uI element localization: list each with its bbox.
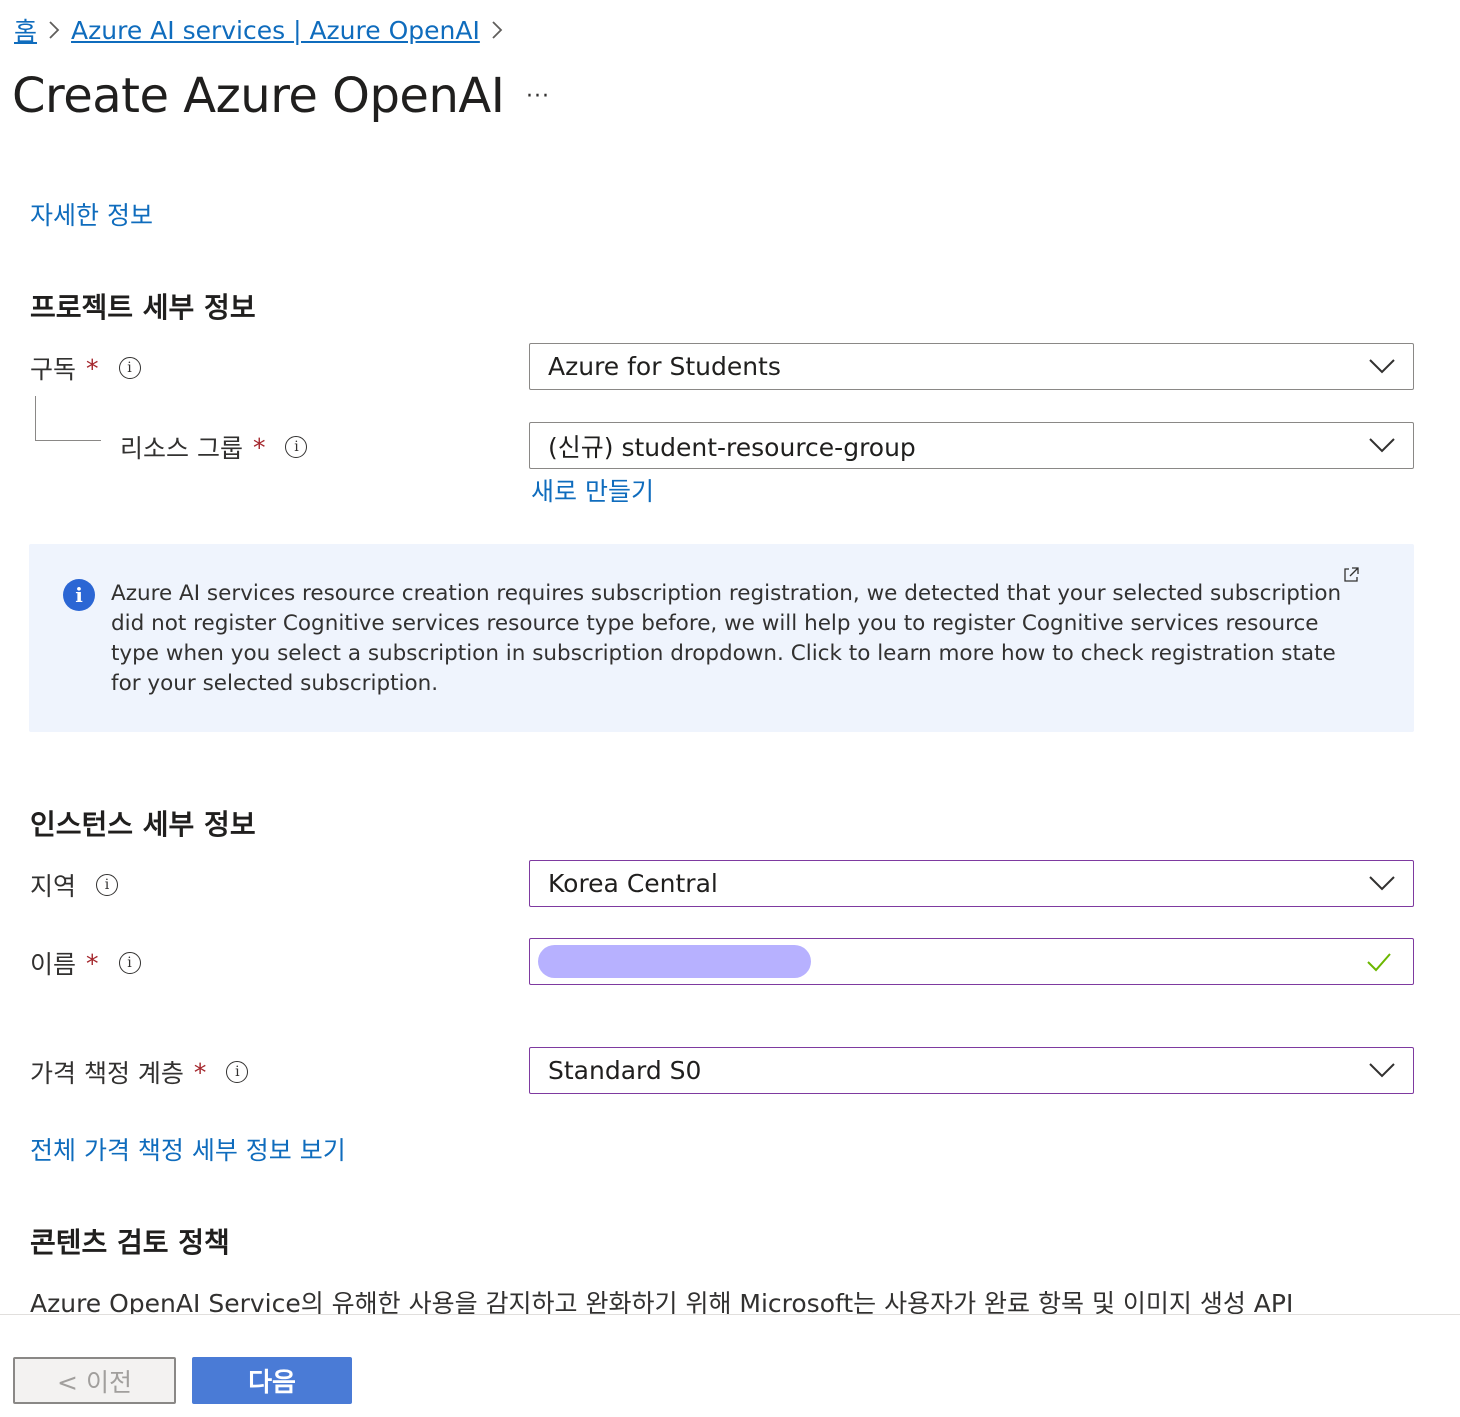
breadcrumb-home-link[interactable]: 홈: [14, 12, 37, 48]
create-new-resource-group-link[interactable]: 새로 만들기: [531, 472, 654, 508]
region-selected-value: Korea Central: [548, 869, 718, 898]
previous-button[interactable]: < 이전: [13, 1357, 176, 1404]
name-label-text: 이름: [30, 950, 77, 979]
info-icon[interactable]: i: [118, 952, 141, 974]
subscription-label: 구독 * i: [30, 350, 141, 386]
info-icon[interactable]: i: [226, 1061, 249, 1083]
subscription-dropdown[interactable]: Azure for Students: [529, 343, 1414, 390]
content-policy-heading: 콘텐츠 검토 정책: [30, 1226, 230, 1259]
redacted-name-value: [538, 945, 811, 978]
info-message-bar: i Azure AI services resource creation re…: [29, 544, 1414, 732]
pricing-tier-selected-value: Standard S0: [548, 1056, 702, 1085]
region-label-text: 지역: [30, 872, 77, 901]
subscription-selected-value: Azure for Students: [548, 352, 781, 381]
subscription-label-text: 구독: [30, 355, 77, 384]
resource-group-label: 리소스 그룹 * i: [120, 429, 308, 465]
resource-group-label-text: 리소스 그룹: [120, 434, 243, 463]
chevron-right-icon: [37, 13, 71, 47]
required-indicator: *: [252, 432, 266, 462]
resource-group-selected-value: (신규) student-resource-group: [548, 432, 916, 462]
region-label: 지역 i: [30, 867, 119, 903]
project-details-heading: 프로젝트 세부 정보: [30, 291, 256, 324]
info-icon[interactable]: i: [96, 874, 119, 896]
required-indicator: *: [86, 353, 99, 383]
instance-details-heading: 인스턴스 세부 정보: [30, 808, 256, 841]
info-filled-icon: i: [63, 579, 95, 611]
pricing-tier-label: 가격 책정 계층 * i: [30, 1054, 249, 1090]
required-indicator: *: [193, 1057, 207, 1087]
chevron-down-icon: [1369, 438, 1395, 453]
required-indicator: *: [86, 948, 99, 978]
chevron-down-icon: [1369, 359, 1395, 374]
chevron-down-icon: [1369, 876, 1395, 891]
chevron-right-icon: [480, 13, 514, 47]
breadcrumb: 홈 Azure AI services | Azure OpenAI: [14, 12, 514, 48]
content-policy-text: Azure OpenAI Service의 유해한 사용을 감지하고 완화하기 …: [30, 1289, 1294, 1316]
external-link-icon[interactable]: [1342, 566, 1360, 584]
more-options-button[interactable]: ···: [522, 82, 554, 110]
info-message-text[interactable]: Azure AI services resource creation requ…: [111, 579, 1371, 699]
pricing-tier-dropdown[interactable]: Standard S0: [529, 1047, 1414, 1094]
view-pricing-details-link[interactable]: 전체 가격 책정 세부 정보 보기: [30, 1131, 346, 1167]
next-button[interactable]: 다음: [192, 1357, 352, 1404]
chevron-down-icon: [1369, 1063, 1395, 1078]
name-input[interactable]: [529, 938, 1414, 985]
info-icon[interactable]: i: [285, 436, 308, 458]
checkmark-icon: [1367, 953, 1391, 972]
footer-bar: < 이전 다음: [0, 1314, 1460, 1417]
info-icon[interactable]: i: [118, 357, 141, 379]
breadcrumb-parent-link[interactable]: Azure AI services | Azure OpenAI: [71, 16, 480, 45]
name-label: 이름 * i: [30, 945, 141, 981]
resource-group-dropdown[interactable]: (신규) student-resource-group: [529, 422, 1414, 469]
tree-connector: [35, 396, 101, 441]
pricing-tier-label-text: 가격 책정 계층: [30, 1059, 184, 1088]
learn-more-link[interactable]: 자세한 정보: [30, 196, 153, 232]
region-dropdown[interactable]: Korea Central: [529, 860, 1414, 907]
page-title: Create Azure OpenAI: [12, 68, 505, 124]
